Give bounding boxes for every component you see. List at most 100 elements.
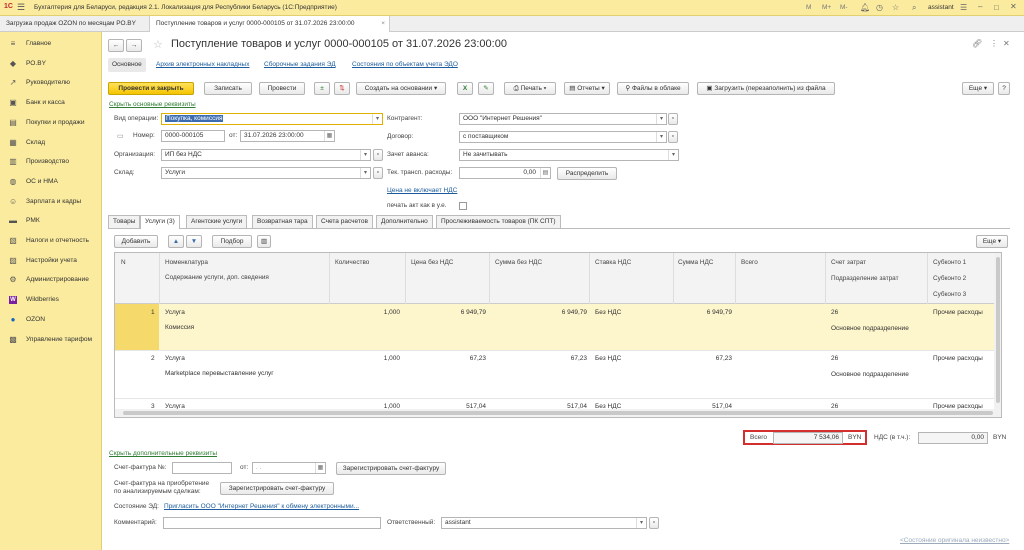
sidebar-item-2[interactable]: ↗ Руководителю bbox=[0, 75, 102, 91]
favorite-star-icon[interactable]: ☆ bbox=[153, 38, 163, 51]
cell-total[interactable]: 67,23 bbox=[716, 355, 732, 362]
m-plus-button[interactable]: M+ bbox=[822, 4, 831, 11]
move-up-icon[interactable]: ▲ bbox=[168, 235, 184, 248]
open-responsible-button[interactable]: ▫ bbox=[649, 517, 659, 529]
cloud-files-button[interactable]: ⚲ Файлы в облаке bbox=[617, 82, 689, 95]
cell-cost-dept[interactable]: Основное подразделение bbox=[831, 371, 909, 378]
contract-select[interactable]: с поставщиком ▾ bbox=[459, 131, 667, 143]
scrollbar-thumb[interactable] bbox=[123, 411, 993, 415]
nav-assembly-link[interactable]: Сборочные задания ЭД bbox=[264, 59, 336, 71]
chevron-down-icon[interactable]: ▾ bbox=[372, 114, 382, 124]
date-field[interactable]: 31.07.2026 23:00:00 ▦ bbox=[240, 130, 335, 142]
history-icon[interactable]: ◷ bbox=[876, 3, 883, 12]
counterparty-select[interactable]: ООО "Интернет Решения" ▾ bbox=[459, 113, 667, 125]
chevron-down-icon[interactable]: ▾ bbox=[656, 132, 666, 142]
link-icon[interactable]: 🔗︎ bbox=[972, 39, 982, 48]
dt-kt-icon[interactable]: ± bbox=[314, 82, 330, 95]
open-counterparty-button[interactable]: ▫ bbox=[668, 113, 678, 125]
m-minus-button[interactable]: M- bbox=[840, 4, 848, 11]
sidebar-item-10[interactable]: ▧ Налоги и отчетность bbox=[0, 233, 102, 249]
sidebar-item-4[interactable]: ▤ Покупки и продажи bbox=[0, 115, 102, 131]
nav-archive-link[interactable]: Архив электронных накладных bbox=[156, 59, 249, 71]
open-contract-button[interactable]: ▫ bbox=[668, 131, 678, 143]
sidebar-item-14[interactable]: ● OZON bbox=[0, 312, 102, 328]
cell-content[interactable]: Комиссия bbox=[165, 324, 194, 331]
cell-nomenclature[interactable]: Услуга bbox=[165, 309, 185, 316]
tab-settlement-accounts[interactable]: Счета расчетов bbox=[316, 215, 373, 228]
structure-icon[interactable]: ⇅ bbox=[334, 82, 350, 95]
tab-goods[interactable]: Товары bbox=[108, 215, 141, 228]
open-org-button[interactable]: ▫ bbox=[373, 149, 383, 161]
cell-qty[interactable]: 1,000 bbox=[384, 309, 400, 316]
hide-main-details-link[interactable]: Скрыть основные реквизиты bbox=[109, 99, 196, 111]
advance-select[interactable]: Не зачитывать ▾ bbox=[459, 149, 679, 161]
original-state-link[interactable]: <Состояние оригинала неизвестно> bbox=[900, 535, 1009, 547]
price-no-vat-link[interactable]: Цена не включает НДС bbox=[387, 185, 457, 197]
table-row[interactable]: 2 Услуга Marketplace перевыставление усл… bbox=[115, 350, 1001, 398]
sidebar-item-1[interactable]: ◆ РО.BY bbox=[0, 56, 102, 72]
cell-subconto-1[interactable]: Прочие расходы bbox=[933, 309, 983, 316]
menu-icon[interactable]: ☰ bbox=[17, 2, 25, 12]
sidebar-item-13[interactable]: W Wildberries bbox=[0, 292, 102, 308]
forward-button[interactable]: → bbox=[126, 39, 142, 52]
tab-additional[interactable]: Дополнительно bbox=[376, 215, 433, 228]
invoice-number-field[interactable] bbox=[172, 462, 232, 474]
cell-nomenclature[interactable]: Услуга bbox=[165, 355, 185, 362]
sidebar-item-8[interactable]: ☺ Зарплата и кадры bbox=[0, 194, 102, 210]
invite-edo-link[interactable]: Пригласить ООО "Интернет Решения" к обме… bbox=[164, 501, 359, 513]
bell-icon[interactable]: 🔔︎ bbox=[860, 3, 870, 12]
minimize-icon[interactable]: – bbox=[978, 2, 982, 11]
sidebar-item-3[interactable]: ▣ Банк и касса bbox=[0, 95, 102, 111]
table-more-button[interactable]: Еще ▾ bbox=[976, 235, 1008, 248]
calculator-icon[interactable]: ▤ bbox=[540, 168, 550, 178]
calendar-icon[interactable]: ▦ bbox=[324, 131, 334, 141]
cell-cost-account[interactable]: 26 bbox=[831, 309, 838, 316]
distribute-button[interactable]: Распределить bbox=[557, 167, 617, 180]
load-from-file-button[interactable]: ▣ Загрузить (перезаполнить) из файла bbox=[697, 82, 835, 95]
star-icon[interactable]: ☆ bbox=[892, 3, 899, 12]
invoice-date-field[interactable]: . . ▦ bbox=[252, 462, 326, 474]
op-type-select[interactable]: Покупка, комиссия ▾ bbox=[161, 113, 383, 125]
back-button[interactable]: ← bbox=[108, 39, 124, 52]
comment-field[interactable] bbox=[163, 517, 381, 529]
search-icon[interactable]: ⌕ bbox=[912, 3, 916, 13]
m-button[interactable]: M bbox=[806, 4, 811, 11]
reports-button[interactable]: ▤ Отчеты ▾ bbox=[564, 82, 610, 95]
close-icon[interactable]: ✕ bbox=[1010, 2, 1017, 11]
save-button[interactable]: Записать bbox=[204, 82, 252, 95]
cell-content[interactable]: Marketplace перевыставление услуг bbox=[165, 370, 274, 377]
chevron-down-icon[interactable]: ▾ bbox=[656, 114, 666, 124]
user-name[interactable]: assistant bbox=[928, 4, 954, 11]
tab-agent-services[interactable]: Агентские услуги bbox=[186, 215, 248, 228]
maximize-icon[interactable]: □ bbox=[994, 3, 999, 12]
tab-traceability[interactable]: Прослеживаемость товаров (ПК СПТ) bbox=[436, 215, 561, 228]
add-row-button[interactable]: Добавить bbox=[114, 235, 158, 248]
excel-icon[interactable]: X bbox=[457, 82, 473, 95]
tab-ozon-import[interactable]: Загрузка продаж OZON по месяцам РО.BY bbox=[0, 16, 150, 32]
calendar-icon[interactable]: ▦ bbox=[315, 463, 325, 473]
cell-subconto-1[interactable]: Прочие расходы bbox=[933, 355, 983, 362]
cell-vat-rate[interactable]: Без НДС bbox=[595, 309, 621, 316]
register-invoice-button[interactable]: Зарегистрировать счет-фактуру bbox=[336, 462, 446, 475]
cell-cost-dept[interactable]: Основное подразделение bbox=[831, 325, 909, 332]
cell-vat-rate[interactable]: Без НДС bbox=[595, 355, 621, 362]
cell-price[interactable]: 67,23 bbox=[470, 355, 486, 362]
sidebar-item-11[interactable]: ▨ Настройки учета bbox=[0, 253, 102, 269]
horizontal-scrollbar[interactable] bbox=[115, 409, 1001, 417]
sidebar-item-12[interactable]: ⚙ Администрирование bbox=[0, 272, 102, 288]
print-act-checkbox[interactable] bbox=[459, 202, 467, 210]
sidebar-item-15[interactable]: ▩ Управление тарифом bbox=[0, 332, 102, 348]
cell-sum[interactable]: 6 949,79 bbox=[562, 309, 587, 316]
chevron-down-icon[interactable]: ▾ bbox=[360, 168, 370, 178]
nav-main-active[interactable]: Основное bbox=[108, 58, 146, 72]
warehouse-select[interactable]: Услуги ▾ bbox=[161, 167, 371, 179]
org-select[interactable]: ИП без НДС ▾ bbox=[161, 149, 371, 161]
vertical-scrollbar[interactable] bbox=[994, 253, 1001, 409]
barcode-icon[interactable]: ▥ bbox=[257, 235, 271, 248]
sidebar-item-7[interactable]: ◍ ОС и НМА bbox=[0, 174, 102, 190]
sidebar-item-0[interactable]: ≡ Главное bbox=[0, 36, 102, 52]
table-row[interactable]: 1 Услуга Комиссия 1,000 6 949,79 6 949,7… bbox=[115, 304, 1001, 350]
cell-total[interactable]: 6 949,79 bbox=[707, 309, 732, 316]
tab-services[interactable]: Услуги (3) bbox=[140, 215, 180, 229]
open-warehouse-button[interactable]: ▫ bbox=[373, 167, 383, 179]
